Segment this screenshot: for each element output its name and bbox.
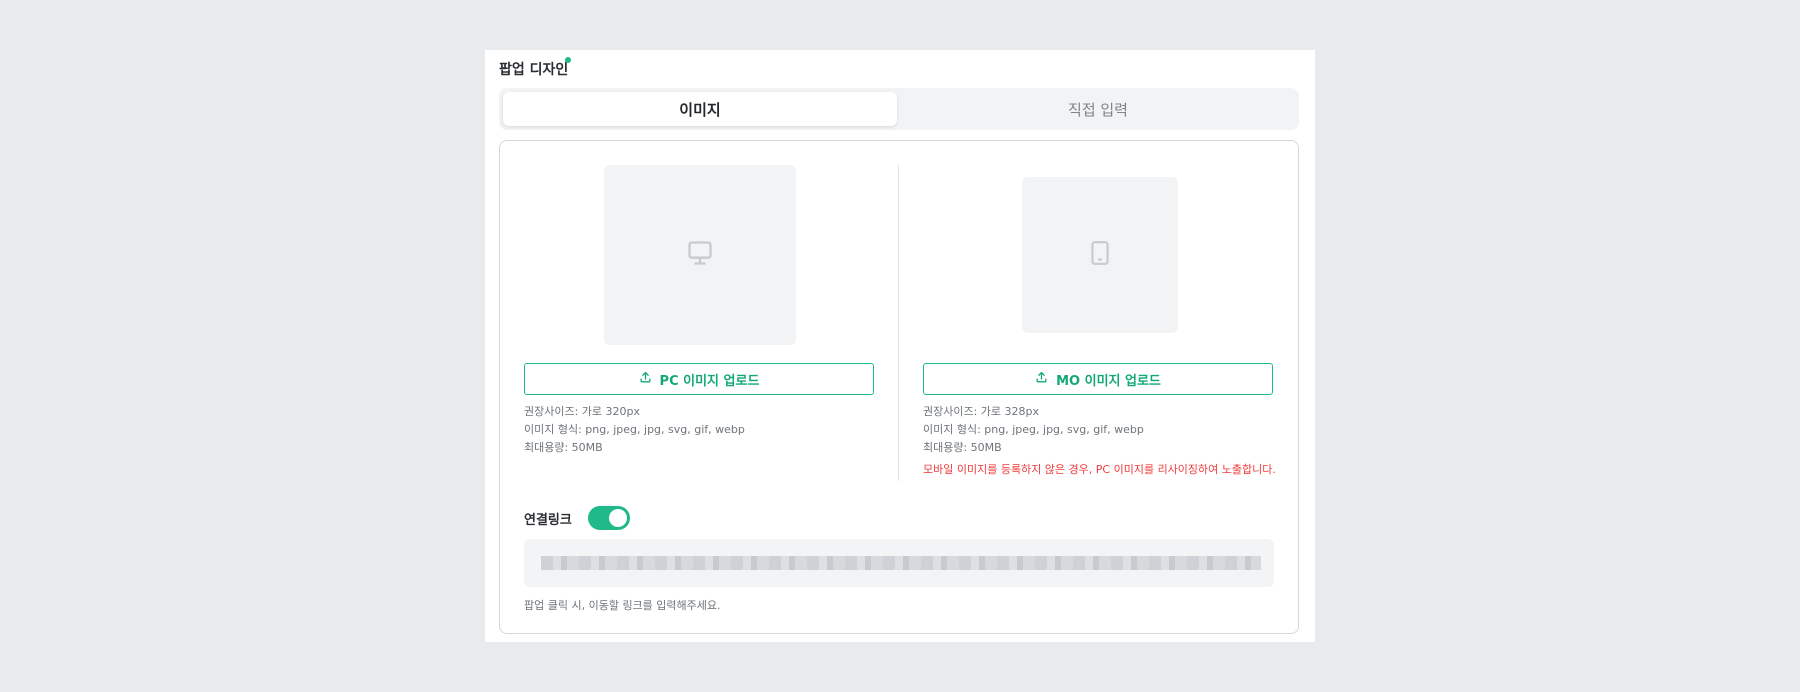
link-toggle[interactable] [588,506,630,530]
tab-image[interactable]: 이미지 [503,92,897,126]
pc-image-formats: 이미지 형식: png, jpeg, jpg, svg, gif, webp [524,423,745,436]
mo-upload-label: MO 이미지 업로드 [1056,373,1161,389]
pc-max-size: 최대용량: 50MB [524,441,603,454]
column-divider [898,165,899,481]
mo-fallback-warning: 모바일 이미지를 등록하지 않은 경우, PC 이미지를 리사이징하여 노출합니… [923,463,1276,476]
upload-icon [1035,371,1056,388]
pc-image-info: 권장사이즈: 가로 320px 이미지 형식: png, jpeg, jpg, … [524,403,745,457]
redacted-url [541,556,1261,570]
link-url-input[interactable] [524,539,1274,587]
mo-max-size: 최대용량: 50MB [923,441,1002,454]
mo-image-placeholder[interactable] [1022,177,1178,333]
mo-recommended-size: 권장사이즈: 가로 328px [923,405,1040,418]
pc-image-placeholder[interactable] [604,165,796,345]
pc-recommended-size: 권장사이즈: 가로 320px [524,405,641,418]
design-mode-tabs: 이미지 직접 입력 [499,88,1299,130]
monitor-icon [686,239,714,271]
pc-upload-label: PC 이미지 업로드 [659,373,760,389]
pc-upload-button[interactable]: PC 이미지 업로드 [524,363,874,395]
upload-icon [639,371,660,388]
section-title: 팝업 디자인 [499,62,569,78]
link-label: 연결링크 [524,513,572,528]
required-indicator [565,57,571,63]
mo-image-formats: 이미지 형식: png, jpeg, jpg, svg, gif, webp [923,423,1144,436]
tab-direct-input[interactable]: 직접 입력 [901,92,1295,126]
toggle-knob [609,509,627,527]
mo-image-info: 권장사이즈: 가로 328px 이미지 형식: png, jpeg, jpg, … [923,403,1276,479]
popup-design-panel: 팝업 디자인 이미지 직접 입력 PC 이미지 업로드 MO 이미지 업로드 권… [485,50,1315,642]
image-upload-card: PC 이미지 업로드 MO 이미지 업로드 권장사이즈: 가로 320px 이미… [499,140,1299,634]
mo-upload-button[interactable]: MO 이미지 업로드 [923,363,1273,395]
link-helper-text: 팝업 클릭 시, 이동할 링크를 입력해주세요. [524,599,721,612]
mobile-icon [1087,238,1113,272]
